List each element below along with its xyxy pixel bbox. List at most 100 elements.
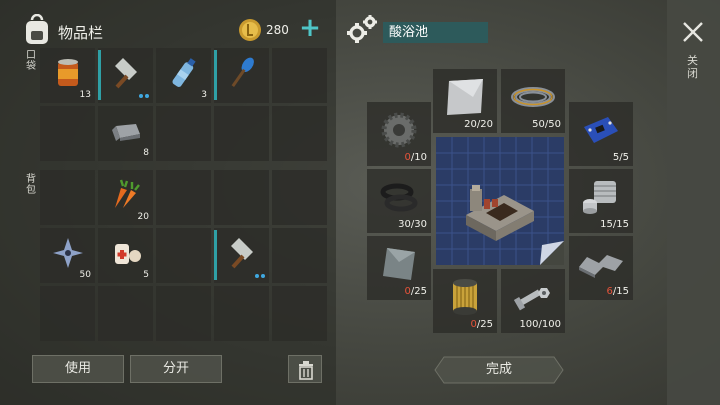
recipe-part-circuit[interactable]: 5/5 xyxy=(569,102,633,166)
backpack-slot[interactable] xyxy=(156,228,211,283)
add-coins-button[interactable]: + xyxy=(298,15,322,41)
use-button[interactable]: 使用 xyxy=(32,355,124,383)
item-quantity: 8 xyxy=(143,148,149,158)
backpack-slot[interactable] xyxy=(214,286,269,341)
item-quantity: 3 xyxy=(201,90,207,100)
pocket-slot[interactable] xyxy=(272,48,327,103)
backpack-slot[interactable] xyxy=(272,228,327,283)
part-count: 0/25 xyxy=(404,286,427,297)
recipe-part-engine-part[interactable]: 15/15 xyxy=(569,169,633,233)
part-have: 50 xyxy=(532,119,545,130)
cleaver-icon xyxy=(114,58,137,89)
equipped-indicator xyxy=(214,230,217,280)
split-button[interactable]: 分开 xyxy=(130,355,222,383)
backpack-slot[interactable] xyxy=(272,286,327,341)
part-count: 50/50 xyxy=(532,119,561,130)
part-count: 0/10 xyxy=(404,152,427,163)
backpack-slot[interactable]: 20 xyxy=(98,170,153,225)
part-count: 30/30 xyxy=(398,219,427,230)
equipped-indicator xyxy=(214,50,217,100)
backpack-slot[interactable] xyxy=(40,170,95,225)
recipe-part-plate[interactable]: 0/25 xyxy=(367,236,431,300)
trash-button[interactable] xyxy=(288,355,322,383)
recipe-part-metal-sheet[interactable]: 20/20 xyxy=(433,69,497,133)
pocket-slot[interactable] xyxy=(156,106,211,161)
recipe-part-rubber-ring[interactable]: 30/30 xyxy=(367,169,431,233)
bandage-icon xyxy=(114,244,141,265)
pocket-grid: 13 3 8 xyxy=(40,48,327,161)
carrot-icon xyxy=(114,179,140,209)
pocket-slot[interactable] xyxy=(214,48,269,103)
iron-ingot-icon xyxy=(111,124,140,142)
coin-icon xyxy=(239,19,261,41)
pocket-slot[interactable] xyxy=(40,106,95,161)
part-have: 0 xyxy=(470,319,477,330)
part-need: 100 xyxy=(541,319,561,330)
engine-cylinder-icon xyxy=(583,181,616,215)
bolt-nut-icon xyxy=(513,288,550,311)
part-have: 30 xyxy=(398,219,411,230)
part-count: 100/100 xyxy=(519,319,561,330)
item-quantity: 50 xyxy=(79,270,91,280)
recipe-part-wire[interactable]: 50/50 xyxy=(501,69,565,133)
part-need: 25 xyxy=(414,286,427,297)
part-have: 5 xyxy=(612,152,620,163)
pocket-slot[interactable]: 8 xyxy=(98,106,153,161)
pocket-slot[interactable] xyxy=(214,106,269,161)
backpack-icon xyxy=(26,14,48,44)
rubber-ring-icon xyxy=(380,183,418,212)
recipe-part-filter[interactable]: 0/25 xyxy=(433,269,497,333)
shuriken-icon xyxy=(52,238,83,269)
part-need: 20 xyxy=(480,119,493,130)
backpack-slot[interactable]: 5 xyxy=(98,228,153,283)
done-button-label: 完成 xyxy=(485,362,512,377)
part-count: 0/25 xyxy=(470,319,493,330)
metal-bar-icon xyxy=(579,255,623,279)
backpack-slot[interactable] xyxy=(214,228,269,283)
durability-dots xyxy=(139,94,149,98)
pocket-slot[interactable]: 13 xyxy=(40,48,95,103)
equipped-indicator xyxy=(98,50,101,100)
pocket-label: 口袋 xyxy=(26,50,36,72)
part-need: 15 xyxy=(616,286,629,297)
part-need: 25 xyxy=(480,319,493,330)
part-count: 6/15 xyxy=(606,286,629,297)
pocket-slot[interactable] xyxy=(272,106,327,161)
backpack-slot[interactable] xyxy=(272,170,327,225)
backpack-slot[interactable] xyxy=(156,170,211,225)
recipe-part-bolts[interactable]: 100/100 xyxy=(501,269,565,333)
part-count: 5/5 xyxy=(612,152,629,163)
part-need: 5 xyxy=(622,152,629,163)
backpack-slot[interactable] xyxy=(214,170,269,225)
part-have: 0 xyxy=(404,152,411,163)
wire-coil-icon xyxy=(511,87,555,108)
backpack-slot[interactable]: 50 xyxy=(40,228,95,283)
recipe-part-gear[interactable]: 0/10 xyxy=(367,102,431,166)
circuit-board-icon xyxy=(584,117,618,144)
close-label[interactable]: 关闭 xyxy=(687,54,699,80)
crafting-gears-icon xyxy=(347,15,377,43)
item-quantity: 5 xyxy=(143,270,149,280)
canned-food-icon xyxy=(57,59,78,87)
backpack-slot[interactable] xyxy=(156,286,211,341)
part-need: 30 xyxy=(414,219,427,230)
metal-sheet-icon xyxy=(447,79,483,116)
backpack-slot[interactable] xyxy=(98,286,153,341)
backpack-slot[interactable] xyxy=(40,286,95,341)
steel-plate-icon xyxy=(383,248,415,281)
part-have: 6 xyxy=(606,286,613,297)
acid-bath-blueprint xyxy=(436,137,564,265)
pocket-slot[interactable] xyxy=(98,48,153,103)
recipe-title: 酸浴池 xyxy=(383,22,488,43)
close-icon[interactable] xyxy=(681,20,705,44)
item-quantity: 20 xyxy=(137,212,149,222)
inventory-title: 物品栏 xyxy=(58,24,104,42)
part-have: 15 xyxy=(600,219,613,230)
part-count: 20/20 xyxy=(464,119,493,130)
durability-dots xyxy=(255,274,265,278)
pocket-slot[interactable]: 3 xyxy=(156,48,211,103)
filter-icon xyxy=(453,279,477,316)
part-need: 50 xyxy=(548,119,561,130)
paddle-icon xyxy=(231,57,254,88)
recipe-part-metal-bar[interactable]: 6/15 xyxy=(569,236,633,300)
